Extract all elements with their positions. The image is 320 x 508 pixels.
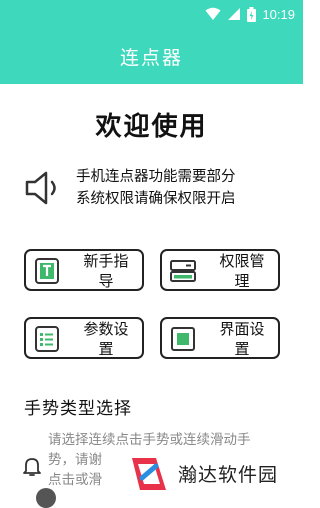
permission-icon bbox=[170, 260, 196, 282]
interface-settings-button[interactable]: 界面设 置 bbox=[160, 317, 280, 359]
card-line-2: 置 bbox=[234, 340, 250, 358]
watermark-text: 瀚达软件园 bbox=[178, 463, 279, 486]
signal-icon bbox=[228, 8, 241, 20]
card-line-2: 导 bbox=[98, 272, 114, 290]
card-line-1: 界面设 bbox=[219, 320, 265, 338]
watermark-logo-icon bbox=[132, 458, 166, 490]
card-line-1: 新手指 bbox=[83, 252, 129, 270]
bell-icon bbox=[23, 458, 41, 476]
notice-text: 手机连点器功能需要部分 系统权限请确保权限开启 bbox=[76, 166, 236, 210]
app-bar: 连点器 bbox=[0, 28, 303, 84]
beginner-guide-button[interactable]: 新手指 导 bbox=[24, 249, 144, 291]
help-icon[interactable] bbox=[36, 488, 56, 508]
parameter-settings-button[interactable]: 参数设 置 bbox=[24, 317, 144, 359]
list-icon bbox=[35, 326, 59, 352]
permission-notice: 手机连点器功能需要部分 系统权限请确保权限开启 bbox=[24, 166, 294, 210]
status-bar: 10:19 bbox=[0, 0, 303, 28]
parameter-settings-label: 参数设 置 bbox=[72, 319, 140, 359]
card-line-2: 理 bbox=[234, 272, 250, 290]
speaker-icon bbox=[25, 171, 56, 205]
status-time: 10:19 bbox=[262, 6, 295, 22]
guide-icon bbox=[35, 258, 59, 284]
notice-line-1: 手机连点器功能需要部分 bbox=[76, 169, 236, 185]
permission-management-label: 权限管 理 bbox=[208, 251, 276, 291]
permission-management-button[interactable]: 权限管 理 bbox=[160, 249, 280, 291]
interface-icon bbox=[171, 327, 195, 351]
notice-line-2: 系统权限请确保权限开启 bbox=[76, 191, 236, 207]
watermark: 瀚达软件园 bbox=[122, 446, 303, 500]
interface-settings-label: 界面设 置 bbox=[208, 319, 276, 359]
card-line-2: 置 bbox=[98, 340, 114, 358]
card-line-1: 参数设 bbox=[83, 320, 129, 338]
welcome-heading: 欢迎使用 bbox=[95, 112, 208, 142]
card-line-1: 权限管 bbox=[219, 252, 265, 270]
status-icons: 10:19 bbox=[205, 5, 295, 23]
wifi-icon bbox=[205, 7, 221, 20]
beginner-guide-label: 新手指 导 bbox=[72, 251, 140, 291]
gesture-type-title: 手势类型选择 bbox=[24, 399, 132, 419]
app-title: 连点器 bbox=[119, 46, 183, 69]
battery-icon bbox=[247, 6, 257, 22]
